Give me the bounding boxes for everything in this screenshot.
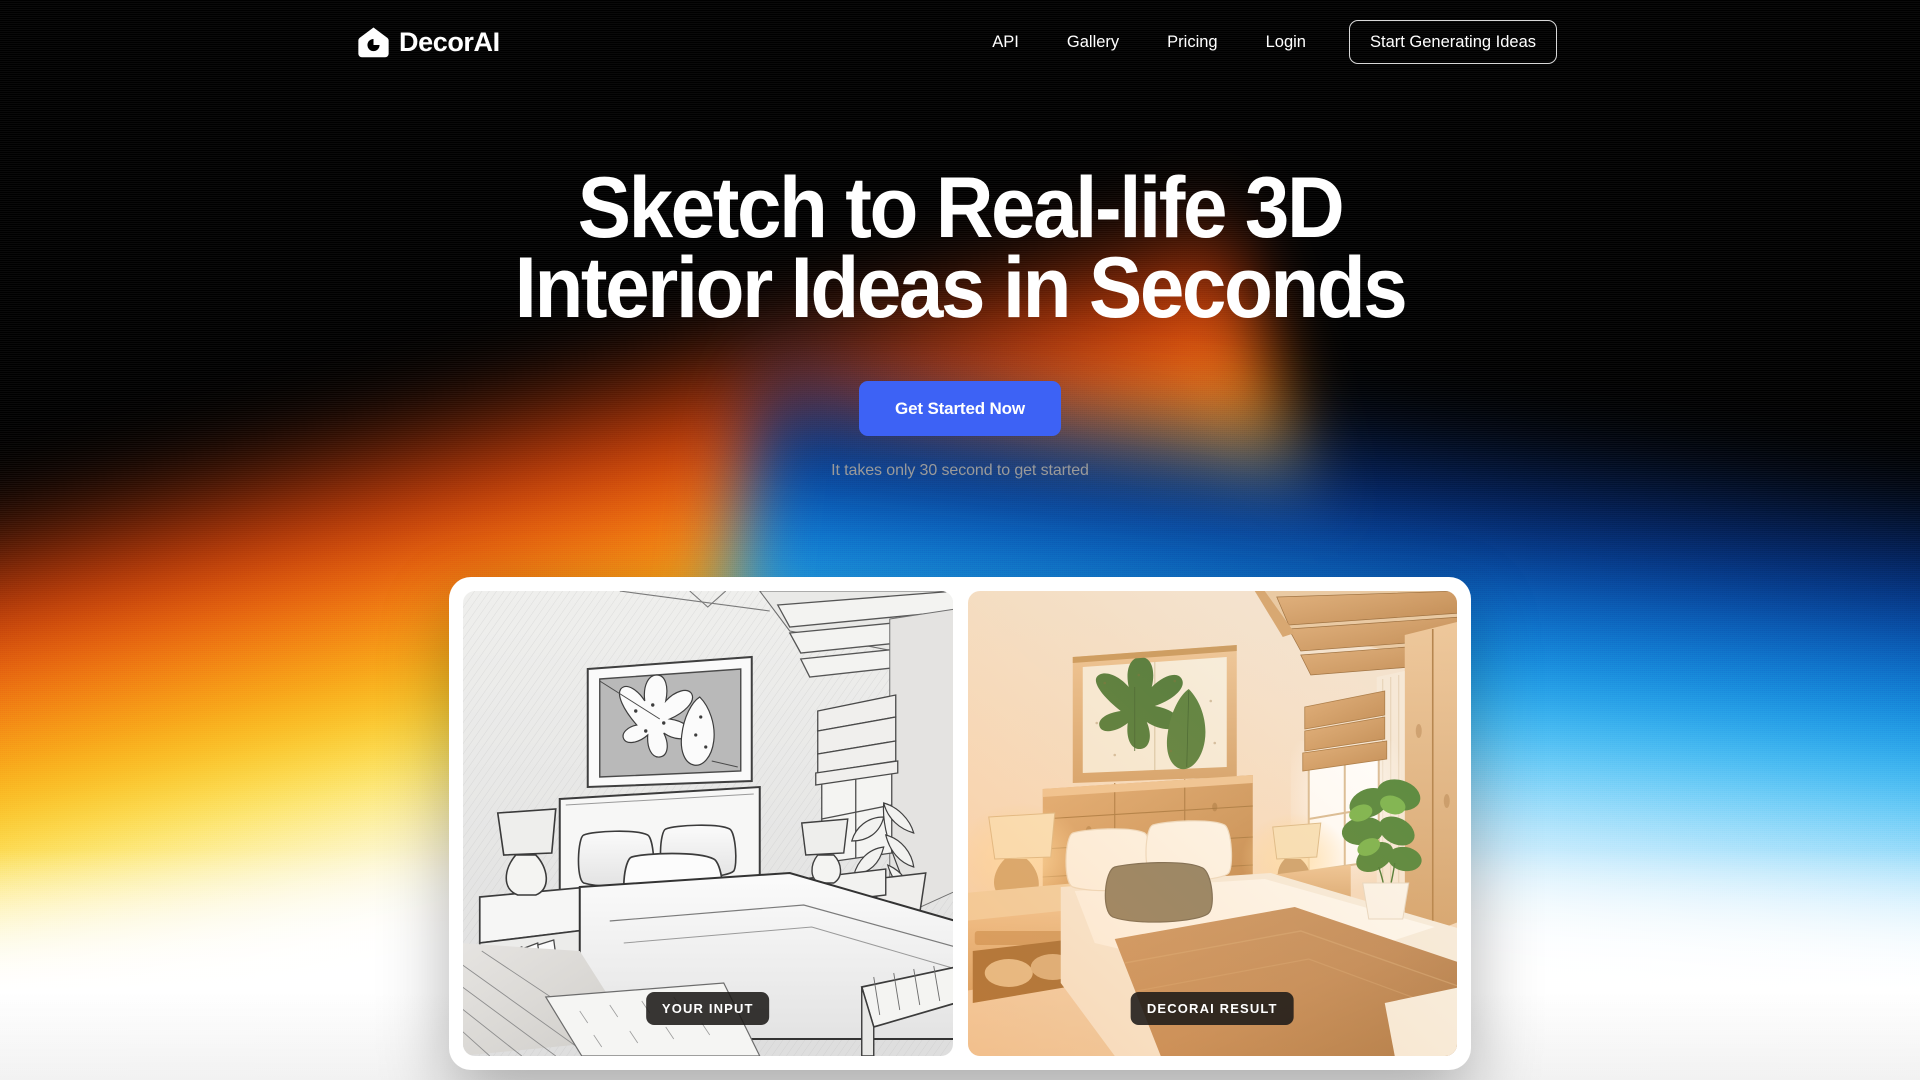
start-generating-ideas-button[interactable]: Start Generating Ideas [1348,19,1557,65]
house-pie-logo-icon [357,26,390,59]
input-badge: YOUR INPUT [645,992,770,1025]
nav-item-api[interactable]: API [968,26,1043,59]
header-inner: DecorAI API Gallery Pricing Login Start … [0,19,1920,65]
page-title: Sketch to Real-life 3D Interior Ideas in… [67,160,1853,336]
site-header: DecorAI API Gallery Pricing Login Start … [0,0,1920,84]
brand-logo-link[interactable]: DecorAI [357,26,500,59]
hero-subnote: It takes only 30 second to get started [831,462,1089,479]
result-render-image[interactable]: DECORAI RESULT [967,591,1457,1056]
landing-page: DecorAI API Gallery Pricing Login Start … [0,0,1920,1080]
page-title-line-2: Interior Ideas in Seconds [514,240,1408,336]
page-title-line-1: Sketch to Real-life 3D [577,160,1345,256]
hero-section: Sketch to Real-life 3D Interior Ideas in… [0,84,1920,480]
nav-item-login[interactable]: Login [1242,26,1330,59]
get-started-now-button[interactable]: Get Started Now [859,381,1061,436]
comparison-section: YOUR INPUT DECORAI RESULT [449,577,1471,1070]
nav-item-pricing[interactable]: Pricing [1143,26,1241,59]
comparison-card: YOUR INPUT DECORAI RESULT [449,577,1471,1070]
primary-navigation: API Gallery Pricing Login Start Generati… [968,19,1557,65]
input-sketch-image[interactable]: YOUR INPUT [463,591,953,1056]
nav-item-gallery[interactable]: Gallery [1043,26,1143,59]
result-badge: DECORAI RESULT [1130,992,1294,1025]
brand-name: DecorAI [399,26,500,57]
